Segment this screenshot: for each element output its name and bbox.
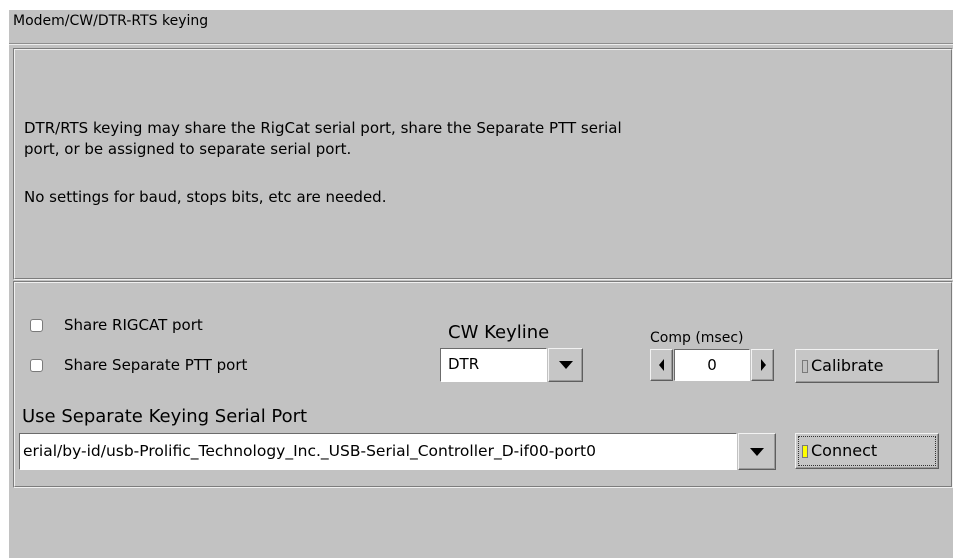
chevron-down-icon — [750, 448, 764, 456]
calibrate-button[interactable]: Calibrate — [795, 349, 939, 383]
cw-keyline-label: CW Keyline — [448, 322, 550, 343]
comp-label: Comp (msec) — [650, 330, 744, 346]
comp-decrement-button[interactable] — [650, 349, 673, 381]
info-text-line-2: port, or be assigned to separate serial … — [24, 140, 352, 158]
info-text-line-1: DTR/RTS keying may share the RigCat seri… — [24, 119, 622, 137]
share-rigcat-checkbox[interactable] — [30, 319, 43, 332]
chevron-down-icon — [559, 361, 573, 369]
comp-increment-button[interactable] — [751, 349, 774, 381]
cw-keyline-value: DTR — [448, 355, 480, 373]
section-title: Modem/CW/DTR-RTS keying — [13, 13, 209, 29]
arrow-left-icon — [659, 359, 664, 371]
connect-indicator-light — [802, 445, 808, 458]
comp-value: 0 — [707, 356, 717, 374]
info-group — [13, 48, 953, 280]
calibrate-button-label: Calibrate — [811, 356, 884, 375]
serial-port-dropdown-button[interactable] — [738, 433, 776, 470]
config-window: Modem/CW/DTR-RTS keying DTR/RTS keying m… — [0, 0, 953, 558]
info-text-line-3: No settings for baud, stops bits, etc ar… — [24, 188, 387, 206]
serial-port-input[interactable]: erial/by-id/usb-Prolific_Technology_Inc.… — [19, 433, 737, 470]
connect-button-label: Connect — [811, 441, 878, 460]
share-ptt-checkbox[interactable] — [30, 359, 43, 372]
serial-port-value: erial/by-id/usb-Prolific_Technology_Inc.… — [23, 442, 596, 460]
cw-keyline-select[interactable]: DTR — [440, 348, 547, 382]
share-rigcat-label: Share RIGCAT port — [64, 316, 203, 334]
cw-keyline-dropdown-button[interactable] — [548, 348, 583, 382]
comp-input[interactable]: 0 — [674, 349, 750, 381]
share-ptt-label: Share Separate PTT port — [64, 356, 248, 374]
calibrate-indicator-light — [802, 360, 808, 373]
serial-port-label: Use Separate Keying Serial Port — [22, 406, 308, 427]
arrow-right-icon — [761, 359, 766, 371]
connect-button[interactable]: Connect — [795, 433, 939, 469]
title-divider — [9, 43, 953, 45]
